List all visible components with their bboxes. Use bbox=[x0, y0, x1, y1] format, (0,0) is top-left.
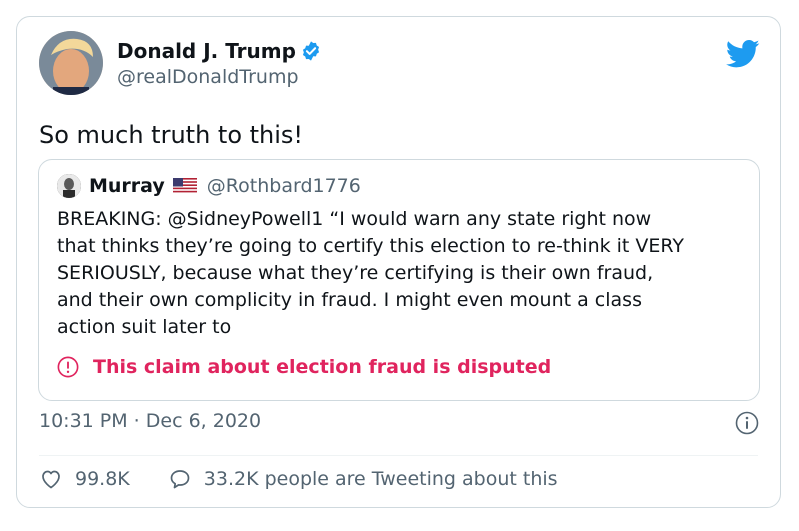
quoted-avatar[interactable] bbox=[57, 174, 81, 198]
quoted-name[interactable]: Murray bbox=[89, 175, 165, 197]
tweeting-action[interactable]: 33.2K people are Tweeting about this bbox=[168, 467, 558, 491]
like-action[interactable]: 99.8K bbox=[39, 467, 130, 491]
like-count: 99.8K bbox=[75, 468, 130, 490]
author-block: Donald J. Trump @realDonaldTrump bbox=[117, 39, 322, 89]
tweet-text: So much truth to this! bbox=[39, 121, 304, 149]
divider bbox=[39, 455, 758, 456]
quoted-tweet[interactable]: Murray @Rothbard1776 BREAKING: @SidneyPo… bbox=[38, 159, 760, 401]
quoted-text: BREAKING: @SidneyPowell1 “I would warn a… bbox=[57, 208, 685, 338]
info-icon[interactable] bbox=[735, 411, 759, 435]
verified-badge-icon bbox=[302, 41, 319, 61]
speech-bubble-icon bbox=[170, 470, 190, 489]
twitter-bird-icon[interactable] bbox=[726, 39, 760, 69]
us-flag-icon bbox=[172, 178, 197, 194]
author-avatar[interactable] bbox=[39, 31, 103, 95]
tweet-timestamp[interactable]: 10:31 PM · Dec 6, 2020 bbox=[39, 410, 261, 432]
tweet-card[interactable]: Donald J. Trump @realDonaldTrump So much… bbox=[16, 16, 781, 508]
disputed-claim-notice[interactable]: This claim about election fraud is dispu… bbox=[57, 356, 551, 378]
warning-icon bbox=[57, 356, 79, 378]
tweeting-count: 33.2K people are Tweeting about this bbox=[203, 468, 558, 490]
engagement-bar: 99.8K 33.2K people are Tweeting about th… bbox=[39, 467, 596, 491]
quoted-handle[interactable]: @Rothbard1776 bbox=[207, 175, 361, 197]
disputed-claim-label[interactable]: This claim about election fraud is dispu… bbox=[93, 356, 551, 378]
quoted-header: Murray @Rothbard1776 bbox=[57, 174, 361, 198]
author-name[interactable]: Donald J. Trump bbox=[117, 39, 296, 63]
author-handle[interactable]: @realDonaldTrump bbox=[117, 65, 322, 89]
heart-icon bbox=[42, 470, 60, 489]
